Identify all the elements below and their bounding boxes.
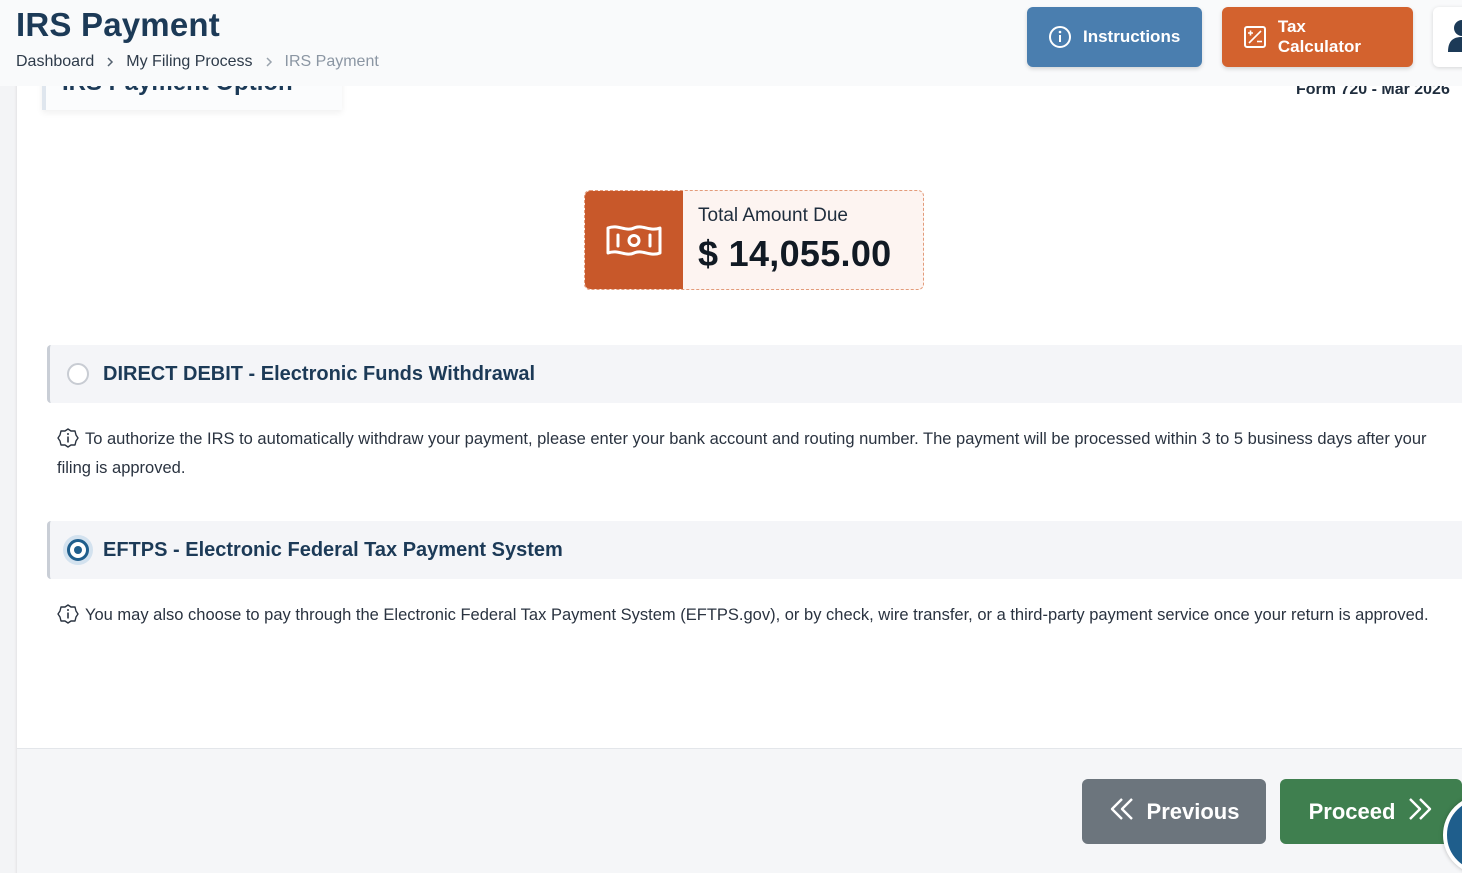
instructions-button[interactable]: Instructions	[1027, 7, 1202, 67]
info-circle-icon	[1047, 24, 1073, 50]
info-badge-icon	[57, 428, 79, 448]
breadcrumb-irs-payment: IRS Payment	[284, 53, 379, 70]
tax-calculator-label: Tax Calculator	[1277, 17, 1361, 56]
proceed-label: Proceed	[1308, 798, 1396, 824]
header: IRS Payment Dashboard My Filing Process …	[0, 0, 1462, 86]
page: IRS Payment Option Form 720 - Mar 2026 I…	[0, 0, 1462, 873]
amount-texts: Total Amount Due $ 14,055.00	[683, 191, 891, 289]
info-badge-icon	[57, 604, 79, 624]
breadcrumb-my-filing-process[interactable]: My Filing Process	[126, 53, 252, 71]
eftps-label: EFTPS - Electronic Federal Tax Payment S…	[103, 538, 563, 561]
calculator-icon	[1242, 24, 1268, 50]
tax-calculator-button[interactable]: Tax Calculator	[1222, 7, 1413, 67]
total-amount-value: $ 14,055.00	[698, 233, 892, 274]
money-bill-icon	[585, 191, 683, 289]
payment-option-direct-debit[interactable]: DIRECT DEBIT - Electronic Funds Withdraw…	[47, 345, 1462, 403]
direct-debit-label: DIRECT DEBIT - Electronic Funds Withdraw…	[103, 362, 536, 385]
breadcrumb-dashboard[interactable]: Dashboard	[16, 53, 94, 71]
direct-debit-info: To authorize the IRS to automatically wi…	[57, 425, 1452, 483]
user-menu-button[interactable]	[1433, 7, 1462, 67]
direct-debit-info-text: To authorize the IRS to automatically wi…	[57, 430, 1427, 477]
double-chevron-right-icon	[1407, 796, 1433, 828]
page-title: IRS Payment	[16, 6, 220, 43]
double-chevron-left-icon	[1109, 796, 1135, 828]
previous-button[interactable]: Previous	[1082, 779, 1266, 844]
total-amount-box: Total Amount Due $ 14,055.00	[584, 190, 924, 290]
eftps-info-text: You may also choose to pay through the E…	[85, 606, 1429, 624]
previous-label: Previous	[1146, 798, 1240, 824]
chevron-right-icon	[94, 57, 126, 67]
eftps-radio[interactable]	[67, 539, 89, 561]
chevron-right-icon	[253, 57, 285, 67]
breadcrumb: Dashboard My Filing Process IRS Payment	[16, 53, 379, 71]
user-icon	[1445, 18, 1462, 57]
instructions-label: Instructions	[1083, 27, 1181, 46]
eftps-info: You may also choose to pay through the E…	[57, 601, 1452, 630]
direct-debit-radio[interactable]	[67, 363, 89, 385]
total-amount-label: Total Amount Due	[698, 205, 848, 226]
proceed-button[interactable]: Proceed	[1280, 779, 1462, 844]
payment-option-eftps[interactable]: EFTPS - Electronic Federal Tax Payment S…	[47, 521, 1462, 579]
